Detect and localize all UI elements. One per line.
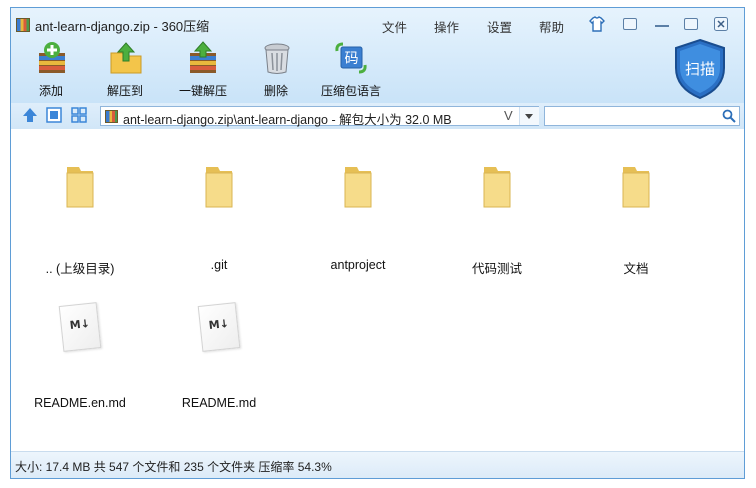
one-click-extract-button[interactable]: 一键解压 [171, 41, 235, 99]
delete-button[interactable]: 删除 [245, 41, 307, 99]
file-name: .git [210, 258, 228, 272]
markdown-file-icon: M↓ [197, 302, 241, 352]
list-item-code-test[interactable]: 代码测试 [442, 161, 552, 281]
grid-view-icon[interactable] [71, 107, 87, 123]
scan-shield-button[interactable]: 扫描 [672, 38, 728, 100]
address-path: ant-learn-django.zip\ant-learn-django - … [123, 113, 452, 127]
list-item-git[interactable]: .git [164, 161, 274, 281]
list-item-docs[interactable]: 文档 [581, 161, 691, 281]
zip-file-icon [105, 110, 118, 123]
file-list-area: .. (上级目录) .git antproject 代码测试 文档 M↓ REA… [11, 129, 744, 451]
folder-icon [483, 167, 511, 208]
menu-file[interactable]: 文件 [382, 17, 407, 36]
menu-settings[interactable]: 设置 [487, 17, 512, 36]
file-name: 代码测试 [471, 262, 522, 276]
menu-operation[interactable]: 操作 [434, 17, 459, 36]
list-item-readme-en[interactable]: M↓ README.en.md [25, 299, 135, 419]
one-click-extract-label: 一键解压 [178, 84, 227, 98]
minimize-icon[interactable] [655, 18, 669, 27]
address-bar[interactable]: ant-learn-django.zip\ant-learn-django - … [100, 106, 539, 127]
svg-text:扫描: 扫描 [685, 60, 715, 78]
archive-language-button[interactable]: 码 压缩包语言 [316, 41, 386, 99]
delete-label: 删除 [263, 84, 288, 98]
file-name: .. (上级目录) [45, 262, 115, 276]
folder-icon [205, 167, 233, 208]
search-icon[interactable] [722, 109, 736, 123]
close-icon[interactable] [714, 17, 728, 31]
file-name: 文档 [623, 262, 649, 276]
add-button-label: 添加 [38, 84, 63, 98]
window-title: ant-learn-django.zip - 360压缩 [35, 19, 210, 34]
extract-to-label: 解压到 [106, 84, 143, 98]
file-name: README.md [181, 396, 257, 410]
add-archive-icon [39, 42, 65, 73]
skin-shirt-icon[interactable] [589, 16, 605, 32]
folder-icon [344, 167, 372, 208]
svg-text:码: 码 [345, 51, 359, 67]
maximize-icon[interactable] [684, 18, 698, 30]
extract-to-button[interactable]: 解压到 [94, 41, 156, 99]
title-bar: ant-learn-django.zip - 360压缩 文件 操作 设置 帮助… [11, 8, 744, 103]
one-click-extract-icon [190, 41, 216, 73]
file-name: README.en.md [34, 396, 126, 410]
archive-language-label: 压缩包语言 [320, 84, 381, 98]
extract-to-icon [110, 42, 142, 74]
feedback-icon[interactable] [623, 18, 637, 30]
navigation-bar: ant-learn-django.zip\ant-learn-django - … [11, 103, 744, 129]
markdown-file-icon: M↓ [58, 302, 102, 352]
menu-help[interactable]: 帮助 [539, 17, 564, 36]
delete-trash-icon [264, 43, 290, 74]
address-v-button[interactable]: V [504, 108, 513, 123]
list-item-readme[interactable]: M↓ README.md [164, 299, 274, 419]
folder-icon [66, 167, 94, 208]
up-arrow-icon[interactable] [22, 107, 38, 123]
add-button[interactable]: 添加 [20, 41, 82, 99]
file-name: antproject [330, 258, 386, 272]
status-bar: 大小: 17.4 MB 共 547 个文件和 235 个文件夹 压缩率 54.3… [11, 451, 744, 478]
address-dropdown-button[interactable] [519, 107, 539, 125]
archive-app-icon [16, 18, 30, 32]
search-input[interactable] [544, 106, 740, 126]
archive-language-icon: 码 [335, 42, 367, 74]
large-icon-view-icon[interactable] [46, 107, 62, 123]
status-text: 大小: 17.4 MB 共 547 个文件和 235 个文件夹 压缩率 54.3… [15, 460, 332, 474]
folder-icon [622, 167, 650, 208]
app-window: ant-learn-django.zip - 360压缩 文件 操作 设置 帮助… [10, 7, 745, 479]
list-item-parent-directory[interactable]: .. (上级目录) [25, 161, 135, 281]
list-item-antproject[interactable]: antproject [303, 161, 413, 281]
